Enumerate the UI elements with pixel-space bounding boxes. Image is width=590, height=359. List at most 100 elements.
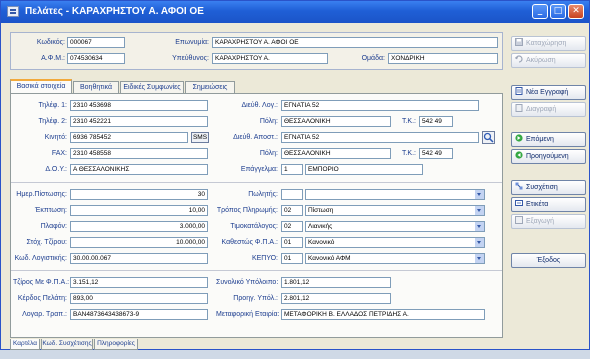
- chevron-down-icon: [475, 238, 484, 247]
- credit-days-field[interactable]: 30: [70, 189, 208, 200]
- chevron-down-icon: [475, 222, 484, 231]
- previous-balance-field: 2.801,12: [281, 293, 391, 304]
- kepyo-value: Κανονικό ΑΦΜ: [308, 255, 351, 262]
- salesman-code-field[interactable]: [281, 189, 303, 200]
- total-balance-label: Συνολικό Υπόλοιπο:: [216, 279, 279, 286]
- profession-code-field[interactable]: 1: [281, 164, 303, 175]
- credit-limit-field[interactable]: 3.000,00: [70, 221, 208, 232]
- divider: [11, 270, 502, 271]
- link-icon: [515, 182, 523, 190]
- previous-button[interactable]: Προηγούμενη: [511, 149, 586, 164]
- close-icon: ✕: [572, 6, 580, 16]
- price-list-code-field[interactable]: 02: [281, 221, 303, 232]
- tab-info[interactable]: Πληροφορίες: [94, 339, 138, 350]
- phone1-field[interactable]: 2310 453698: [70, 100, 208, 111]
- link-button[interactable]: Συσχέτιση: [511, 180, 586, 195]
- label-button[interactable]: Ετικέτα: [511, 197, 586, 212]
- main-panel: Τηλέφ. 1: 2310 453698 Τηλέφ. 2: 2310 452…: [10, 93, 503, 338]
- shipping-address-label: Διεύθ. Αποστ.:: [233, 134, 278, 141]
- app-icon: [7, 6, 19, 17]
- tab-notes[interactable]: Σημειώσεις: [185, 81, 235, 93]
- phone2-field[interactable]: 2310 452221: [70, 116, 208, 127]
- salesman-select[interactable]: [305, 189, 485, 200]
- vat-status-select[interactable]: Κανονικό: [305, 237, 485, 248]
- chevron-down-icon: [475, 254, 484, 263]
- new-record-button[interactable]: Νέα Εγγραφή: [511, 85, 586, 100]
- accounting-code-label: Κωδ. Λογιστικής:: [14, 255, 67, 262]
- maximize-button[interactable]: □: [550, 4, 566, 19]
- salesman-label: Πωλητής:: [248, 191, 278, 198]
- kepyo-code-field[interactable]: 01: [281, 253, 303, 264]
- customer-window: Πελάτες - ΚΑΡΑΧΡΗΣΤΟΥ Α. ΑΦΟΙ ΟΕ _ □ ✕ Κ…: [0, 0, 590, 350]
- export-icon: [515, 216, 523, 224]
- cancel-button-label: Ακύρωση: [526, 57, 556, 64]
- discount-field[interactable]: 10,00: [70, 205, 208, 216]
- name-field[interactable]: ΚΑΡΑΧΡΗΣΤΟΥ Α. ΑΦΟΙ ΟΕ: [212, 37, 498, 48]
- minimize-button[interactable]: _: [532, 4, 548, 19]
- export-label: Εξαγωγή: [526, 218, 555, 225]
- bank-account-field[interactable]: ΒΑΝ4873643438673-9: [70, 309, 208, 320]
- maximize-icon: □: [553, 6, 563, 16]
- next-button[interactable]: Επόμενη: [511, 132, 586, 147]
- cancel-button[interactable]: Ακύρωση: [511, 53, 586, 68]
- profession-name-field[interactable]: ΕΜΠΟΡΙΟ: [305, 164, 423, 175]
- tab-card[interactable]: Καρτέλα: [10, 339, 40, 350]
- price-list-label: Τιμοκατάλογος:: [230, 223, 278, 230]
- undo-icon: [515, 55, 523, 63]
- tab-basic[interactable]: Βασικά στοιχεία: [10, 79, 72, 94]
- profit-label: Κέρδος Πελάτη:: [17, 295, 67, 302]
- price-list-select[interactable]: Λιανικής: [305, 221, 485, 232]
- kepyo-select[interactable]: Κανονικό ΑΦΜ: [305, 253, 485, 264]
- floppy-icon: [515, 38, 523, 46]
- label-button-text: Ετικέτα: [526, 201, 549, 208]
- city-field[interactable]: ΘΕΣΣΑΛΟΝΙΚΗ: [281, 116, 391, 127]
- phone1-label: Τηλέφ. 1:: [38, 102, 67, 109]
- transport-company-field[interactable]: ΜΕΤΑΦΟΡΙΚΗ Β. ΕΛΛΑΔΟΣ ΠΕΤΡΙΔΗΣ Α.: [281, 309, 485, 320]
- previous-label: Προηγούμενη: [526, 153, 569, 160]
- vat-code-field[interactable]: 01: [281, 237, 303, 248]
- responsible-field[interactable]: ΚΑΡΑΧΡΗΣΤΟΥ Α.: [212, 53, 328, 64]
- shipping-address-field[interactable]: ΕΓΝΑΤΙΑ 52: [281, 132, 479, 143]
- group-field[interactable]: ΧΟΝΔΡΙΚΗ: [388, 53, 498, 64]
- address-lookup-button[interactable]: [482, 131, 495, 144]
- mobile-field[interactable]: 6936 785452: [70, 132, 188, 143]
- arrow-left-icon: [515, 151, 523, 159]
- accounting-code-field[interactable]: 30.00.00.067: [70, 253, 208, 264]
- address-field[interactable]: ΕΓΝΑΤΙΑ 52: [281, 100, 479, 111]
- tk-field[interactable]: 542 49: [419, 116, 453, 127]
- name-label: Επωνυμία:: [175, 39, 209, 46]
- title-bar[interactable]: Πελάτες - ΚΑΡΑΧΡΗΣΤΟΥ Α. ΑΦΟΙ ΟΕ _ □ ✕: [1, 1, 589, 23]
- payment-method-select[interactable]: Πίστωση: [305, 205, 485, 216]
- save-button[interactable]: Καταχώρηση: [511, 36, 586, 51]
- mobile-label: Κινητό:: [44, 134, 67, 141]
- next-label: Επόμενη: [526, 136, 554, 143]
- delete-label: Διαγραφή: [526, 106, 557, 113]
- payment-code-field[interactable]: 02: [281, 205, 303, 216]
- tk2-field[interactable]: 542 49: [419, 148, 453, 159]
- new-record-label: Νέα Εγγραφή: [526, 89, 569, 96]
- vat-status-label: Καθεστώς Φ.Π.Α.:: [221, 239, 278, 246]
- discount-label: Έκπτωση:: [34, 207, 67, 214]
- tab-auxiliary[interactable]: Βοηθητικά: [73, 81, 119, 93]
- chevron-down-icon: [475, 206, 484, 215]
- payment-method-label: Τρόπος Πληρωμής:: [216, 207, 278, 214]
- link-label: Συσχέτιση: [526, 184, 558, 191]
- sms-button[interactable]: SMS: [191, 132, 209, 143]
- vat-status-value: Κανονικό: [308, 239, 335, 246]
- export-button[interactable]: Εξαγωγή: [511, 214, 586, 229]
- turnover-target-field[interactable]: 10.000,00: [70, 237, 208, 248]
- city2-field[interactable]: ΘΕΣΣΑΛΟΝΙΚΗ: [281, 148, 391, 159]
- afm-field[interactable]: 074530634: [67, 53, 125, 64]
- tab-link-codes[interactable]: Κωδ. Συσχέτισης: [41, 339, 93, 350]
- exit-button[interactable]: Έξοδος: [511, 253, 586, 268]
- close-button[interactable]: ✕: [568, 4, 584, 19]
- transport-company-label: Μεταφορική Εταιρία:: [216, 311, 280, 318]
- delete-icon: [515, 104, 523, 112]
- turnover-label: Τζίρος Με Φ.Π.Α.:: [13, 279, 70, 286]
- delete-button[interactable]: Διαγραφή: [511, 102, 586, 117]
- doy-field[interactable]: Α ΘΕΣΣΑΛΟΝΙΚΗΣ: [70, 164, 208, 175]
- fax-field[interactable]: 2310 458558: [70, 148, 208, 159]
- magnifier-icon: [483, 132, 494, 143]
- code-field[interactable]: 000067: [67, 37, 125, 48]
- tab-agreements[interactable]: Ειδικές Συμφωνίες: [120, 81, 184, 93]
